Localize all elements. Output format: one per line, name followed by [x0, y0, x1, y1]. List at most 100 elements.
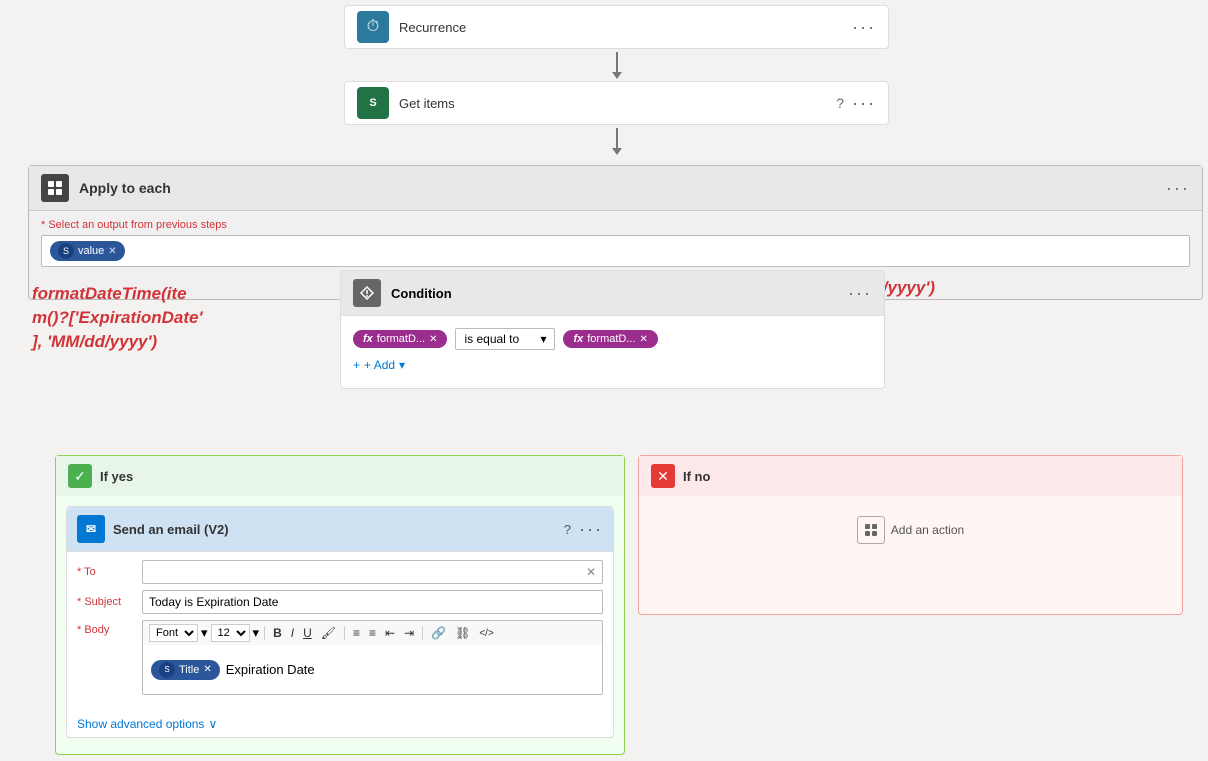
- condition-menu[interactable]: ···: [848, 283, 872, 304]
- if-yes-panel: ✓ If yes ✉ Send an email (V2) ? ··· * To…: [55, 455, 625, 755]
- add-label: + Add: [364, 358, 395, 372]
- if-no-label: If no: [683, 469, 710, 484]
- email-to-close[interactable]: ✕: [586, 565, 596, 579]
- email-card: ✉ Send an email (V2) ? ··· * To ✕ * Subj…: [66, 506, 614, 738]
- link-button[interactable]: 🔗: [428, 625, 449, 641]
- fx-right-text: formatD...: [587, 333, 635, 345]
- html-button[interactable]: </>: [476, 627, 496, 640]
- email-header: ✉ Send an email (V2) ? ···: [67, 507, 613, 552]
- font-select[interactable]: Font: [149, 624, 198, 642]
- unordered-list-button[interactable]: ≡: [366, 625, 379, 641]
- email-body-editor: Font ▾ 12 ▾ B I U 🖌: [142, 620, 603, 695]
- if-yes-header: ✓ If yes: [56, 456, 624, 496]
- add-action-button[interactable]: Add an action: [639, 496, 1182, 564]
- apply-each-icon: [41, 174, 69, 202]
- condition-header: Condition ···: [341, 271, 884, 316]
- recurrence-card: ⏱ Recurrence ···: [344, 5, 889, 49]
- apply-each-menu[interactable]: ···: [1166, 178, 1190, 199]
- add-action-label: Add an action: [891, 523, 964, 537]
- add-chevron: ▾: [399, 358, 405, 372]
- apply-each-header: Apply to each ···: [29, 166, 1202, 211]
- add-icon: +: [353, 358, 360, 372]
- if-yes-check-icon: ✓: [68, 464, 92, 488]
- ordered-list-button[interactable]: ≡: [350, 625, 363, 641]
- value-pill: S value ✕: [50, 241, 125, 261]
- get-items-icon: S: [357, 87, 389, 119]
- email-body-row: * Body Font ▾ 12 ▾: [77, 620, 603, 695]
- email-to-field[interactable]: ✕: [142, 560, 603, 584]
- arrow-connector-1: [612, 49, 622, 81]
- font-chevron: ▾: [201, 625, 208, 641]
- fx-left-label: fx: [363, 333, 373, 345]
- get-items-card: S Get items ? ···: [344, 81, 889, 125]
- recurrence-title: Recurrence: [399, 20, 852, 35]
- get-items-title: Get items: [399, 96, 836, 111]
- title-pill-icon: S: [159, 662, 175, 678]
- value-pill-icon: S: [58, 243, 74, 259]
- font-size-select[interactable]: 12: [211, 624, 250, 642]
- condition-body: fx formatD... ✕ is equal to ▾ fx formatD…: [341, 316, 884, 388]
- recurrence-menu[interactable]: ···: [852, 17, 876, 38]
- email-subject-value: Today is Expiration Date: [149, 595, 278, 609]
- operator-text: is equal to: [464, 332, 519, 346]
- condition-right-pill[interactable]: fx formatD... ✕: [563, 330, 657, 348]
- email-title: Send an email (V2): [113, 522, 564, 537]
- email-body-container: * To ✕ * Subject Today is Expiration Dat…: [67, 552, 613, 709]
- toolbar-divider-3: [422, 626, 423, 640]
- email-subject-label: * Subject: [77, 590, 142, 608]
- indent-decrease-button[interactable]: ⇤: [382, 625, 398, 641]
- email-help-icon[interactable]: ?: [564, 522, 571, 537]
- show-advanced-chevron: ∨: [208, 717, 217, 731]
- condition-icon: [353, 279, 381, 307]
- get-items-menu[interactable]: ···: [852, 93, 876, 114]
- underline-button[interactable]: U: [300, 625, 315, 641]
- bold-button[interactable]: B: [270, 625, 285, 641]
- condition-left-pill[interactable]: fx formatD... ✕: [353, 330, 447, 348]
- condition-operator[interactable]: is equal to ▾: [455, 328, 555, 350]
- email-to-input[interactable]: [149, 565, 586, 579]
- condition-add[interactable]: + + Add ▾: [353, 350, 872, 376]
- toolbar-divider-2: [344, 626, 345, 640]
- if-no-header: ✕ If no: [639, 456, 1182, 496]
- fx-right-close[interactable]: ✕: [640, 334, 648, 345]
- select-output-label: * Select an output from previous steps: [29, 211, 1202, 235]
- arrow-connector-2: [612, 125, 622, 157]
- toolbar-divider-1: [264, 626, 265, 640]
- condition-block: Condition ··· fx formatD... ✕ is equal t…: [340, 270, 885, 389]
- size-chevron: ▾: [253, 625, 260, 641]
- title-pill: S Title ✕: [151, 660, 220, 680]
- email-menu[interactable]: ···: [579, 519, 603, 540]
- body-toolbar: Font ▾ 12 ▾ B I U 🖌: [142, 620, 603, 645]
- body-content-area[interactable]: S Title ✕ Expiration Date: [142, 645, 603, 695]
- show-advanced-options[interactable]: Show advanced options ∨: [67, 709, 613, 737]
- fx-right-label: fx: [573, 333, 583, 345]
- email-to-label: * To: [77, 560, 142, 578]
- get-items-help[interactable]: ?: [836, 95, 844, 111]
- italic-button[interactable]: I: [288, 625, 297, 641]
- apply-each-title: Apply to each: [79, 180, 1166, 196]
- unlink-button[interactable]: ⛓: [452, 625, 473, 641]
- condition-row: fx formatD... ✕ is equal to ▾ fx formatD…: [353, 328, 872, 350]
- value-pill-box[interactable]: S value ✕: [41, 235, 1190, 267]
- condition-title: Condition: [391, 286, 848, 301]
- indent-increase-button[interactable]: ⇥: [401, 625, 417, 641]
- email-to-row: * To ✕: [77, 560, 603, 584]
- if-no-panel: ✕ If no Add an action: [638, 455, 1183, 615]
- title-pill-text: Title: [179, 664, 199, 676]
- fx-left-close[interactable]: ✕: [429, 334, 437, 345]
- show-advanced-text: Show advanced options: [77, 717, 204, 731]
- recurrence-icon: ⏱: [357, 11, 389, 43]
- email-body-label: * Body: [77, 620, 142, 636]
- value-pill-close[interactable]: ✕: [108, 246, 116, 257]
- if-yes-label: If yes: [100, 469, 133, 484]
- if-no-x-icon: ✕: [651, 464, 675, 488]
- body-expiration-text: Expiration Date: [226, 662, 315, 677]
- operator-chevron: ▾: [540, 332, 546, 346]
- title-pill-close[interactable]: ✕: [203, 664, 211, 675]
- email-subject-row: * Subject Today is Expiration Date: [77, 590, 603, 614]
- email-icon: ✉: [77, 515, 105, 543]
- brush-button[interactable]: 🖌: [318, 625, 339, 641]
- formula-left: formatDateTime(item()?['ExpirationDate']…: [32, 282, 203, 353]
- fx-left-text: formatD...: [377, 333, 425, 345]
- email-subject-field[interactable]: Today is Expiration Date: [142, 590, 603, 614]
